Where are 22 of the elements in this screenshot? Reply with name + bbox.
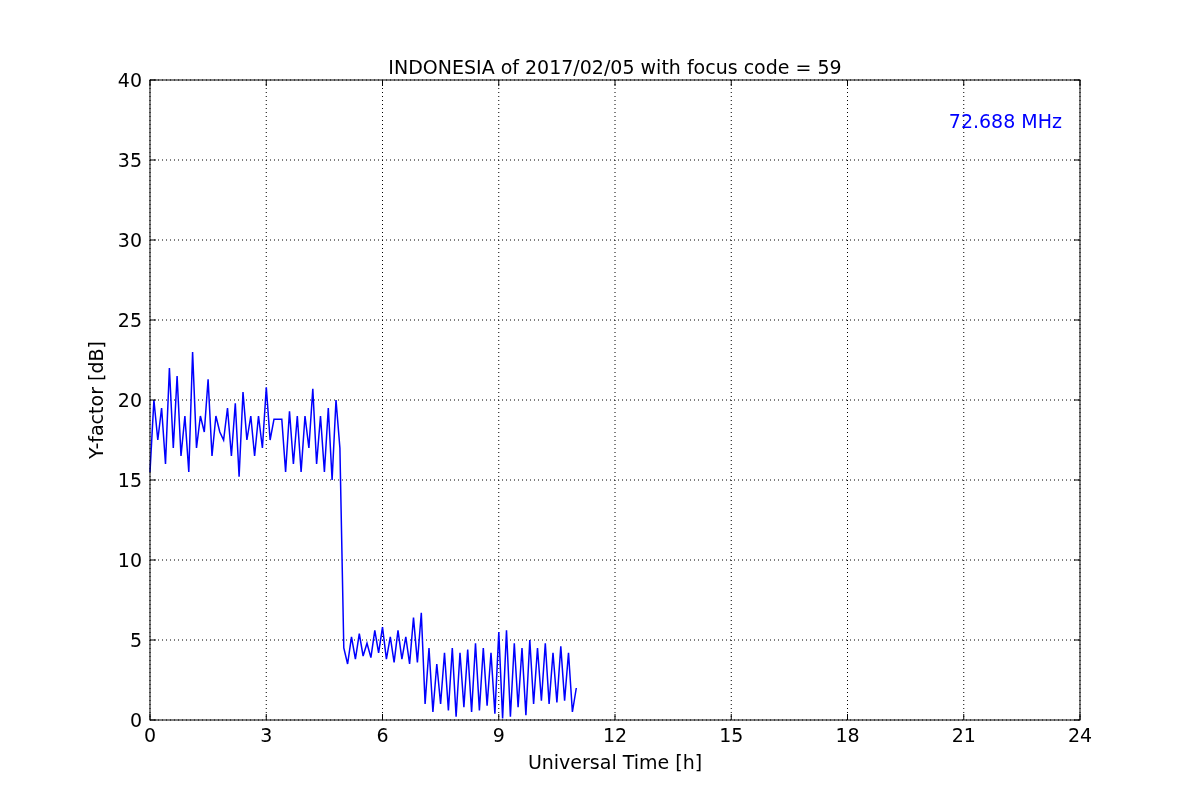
y-tick-label: 15 [117,469,142,491]
y-tick-label: 30 [117,229,142,251]
y-tick-label: 40 [117,69,142,91]
series-label: 72.688 MHz [948,110,1062,132]
x-tick-label: 24 [1067,724,1093,746]
y-tick-label: 5 [129,629,142,651]
x-tick-label: 0 [143,724,157,746]
x-tick-label: 15 [719,724,744,746]
x-tick-label: 3 [260,724,273,746]
x-tick-label: 9 [492,724,505,746]
y-tick-label: 10 [117,549,142,571]
x-tick-label: 6 [376,724,389,746]
x-tick-label: 18 [835,724,860,746]
x-tick-label: 12 [602,724,628,746]
chart-title: INDONESIA of 2017/02/05 with focus code = 59 [388,56,842,78]
y-tick-label: 20 [117,389,142,411]
y-axis-label: Y-factor [dB] [85,341,107,459]
y-tick-label: 25 [117,309,142,331]
x-tick-label: 21 [951,724,976,746]
x-axis-label: Universal Time [h] [527,751,703,773]
y-tick-label: 35 [117,149,142,171]
y-tick-label: 0 [129,709,142,731]
